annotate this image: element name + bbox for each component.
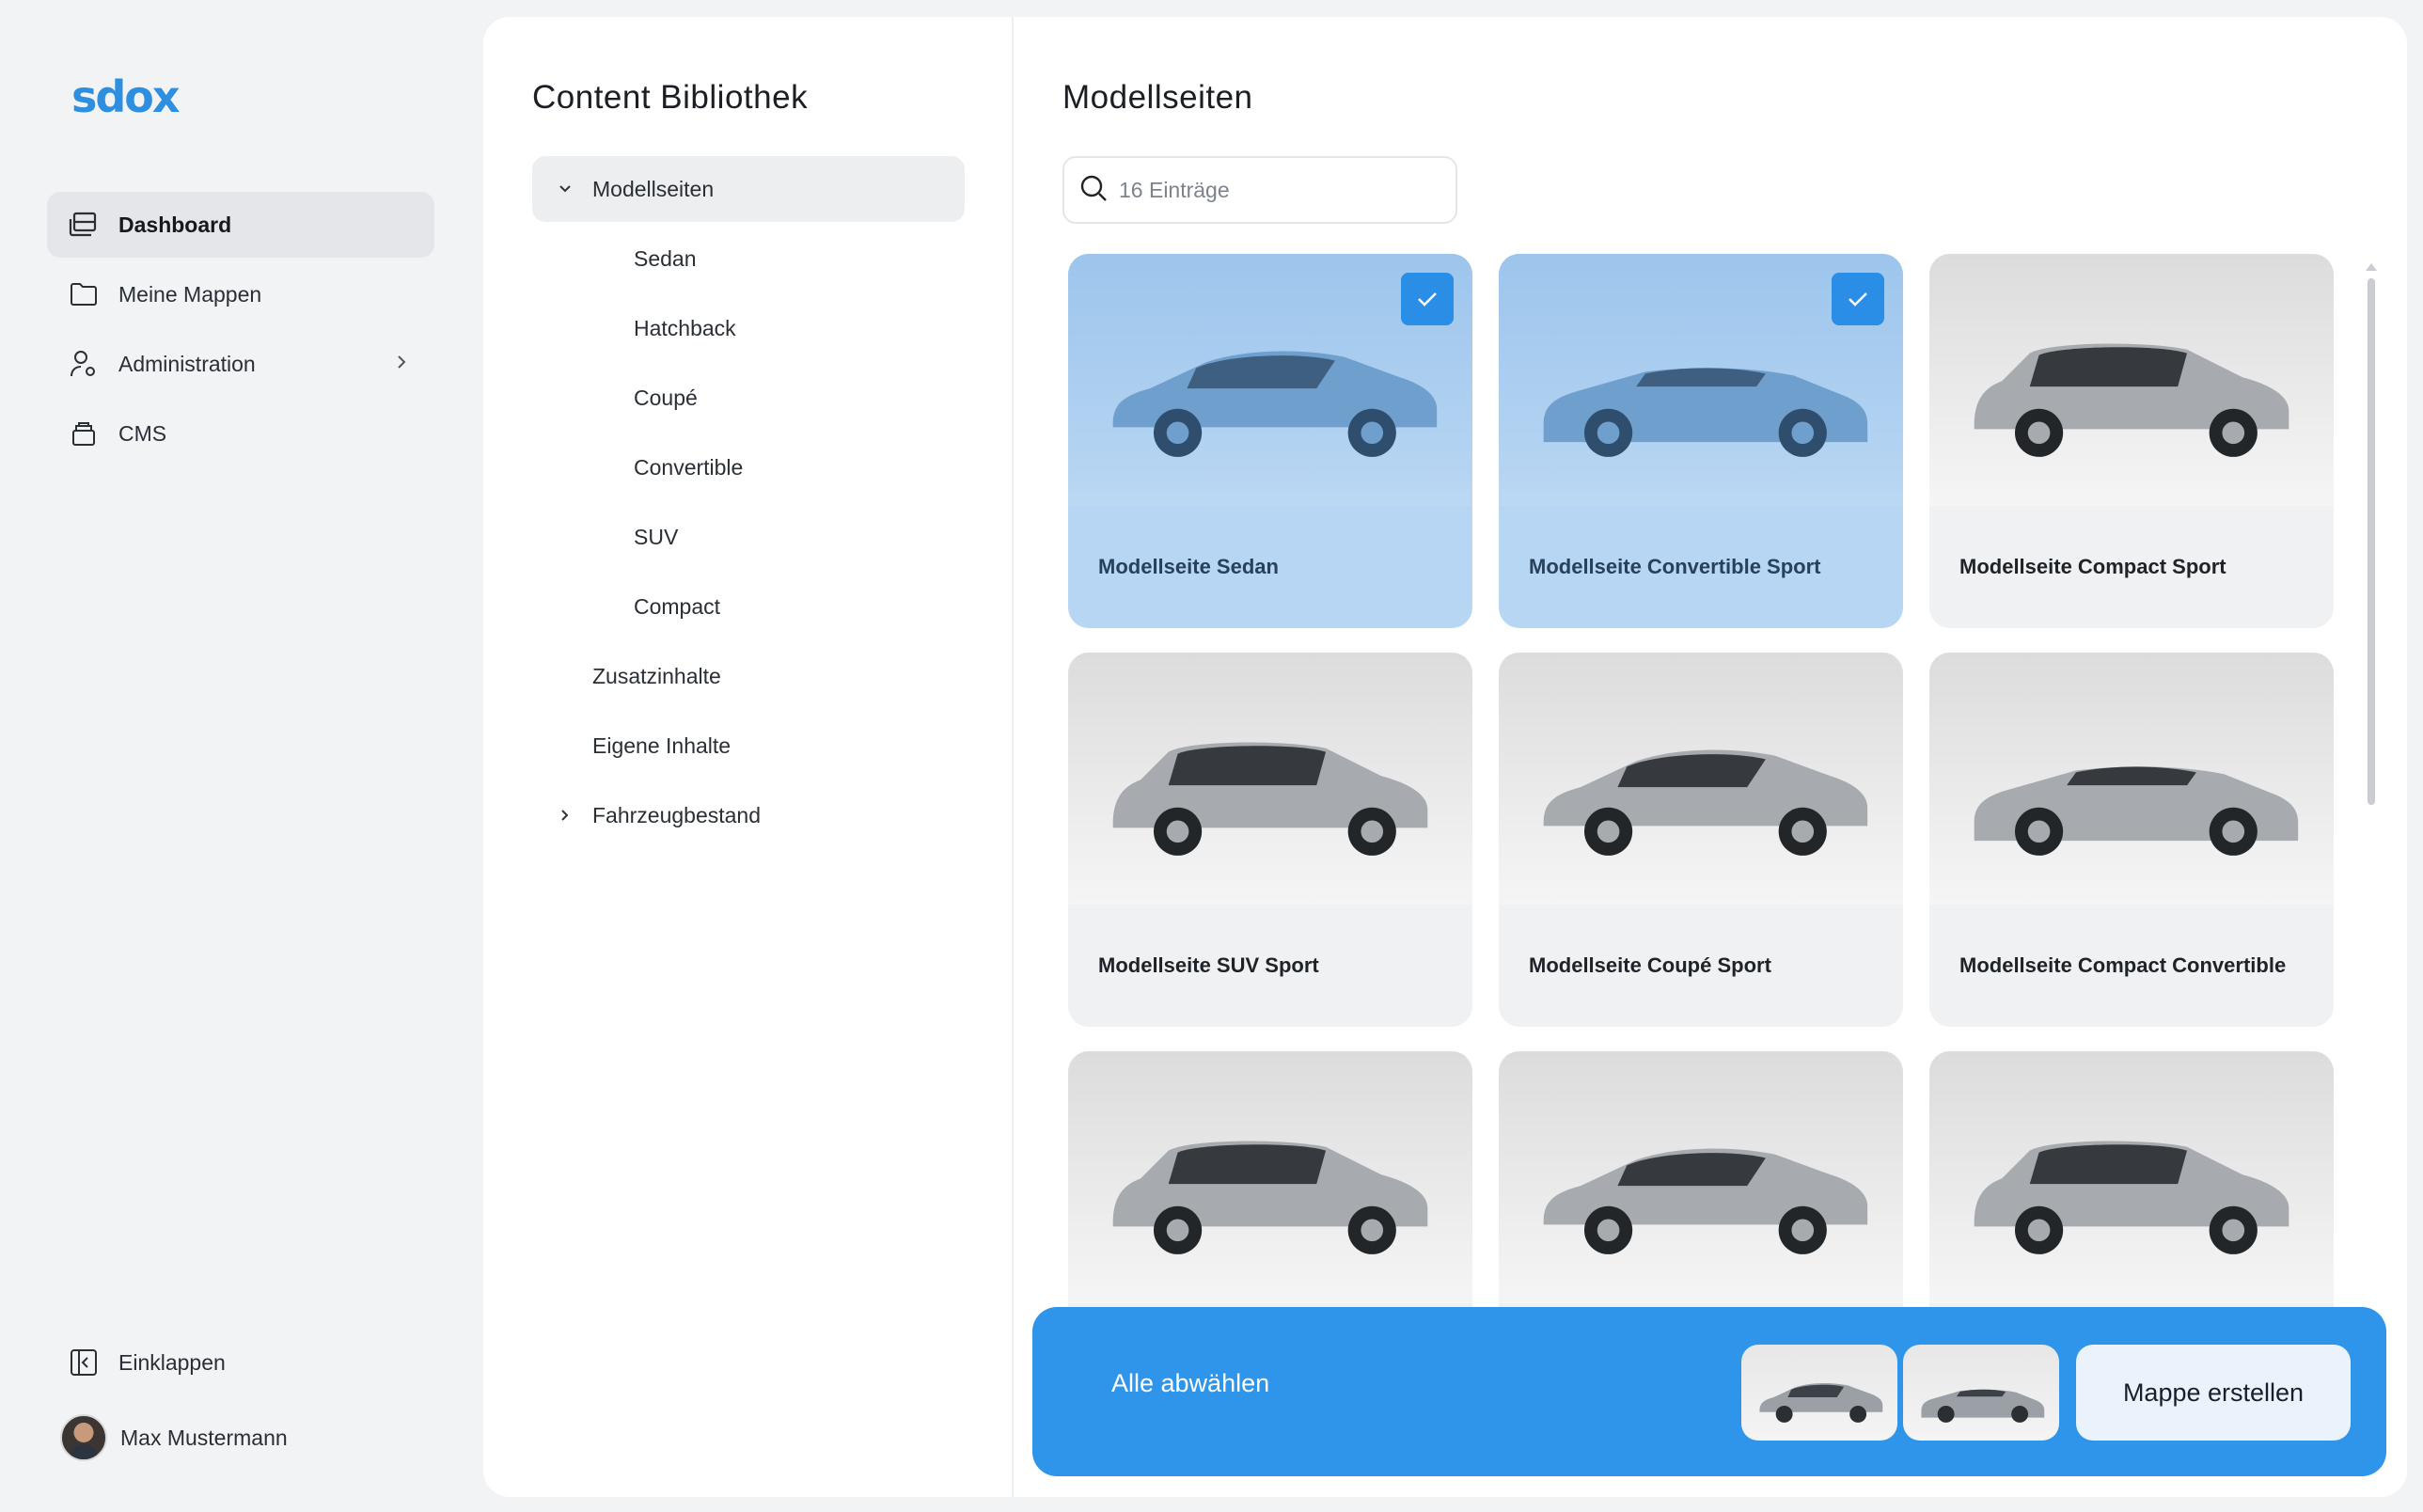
chevron-right-icon: [395, 352, 408, 378]
checkbox-checked-icon[interactable]: [1832, 273, 1884, 325]
card-label: Modellseite Convertible Sport: [1529, 555, 1821, 579]
tree-item-zusatzinhalte[interactable]: Zusatzinhalte: [532, 643, 965, 709]
car-image: [1974, 1141, 2289, 1254]
tree-label: Convertible: [634, 454, 744, 480]
tree-item-eigene-inhalte[interactable]: Eigene Inhalte: [532, 713, 965, 779]
model-card[interactable]: Modellseite Compact Sport: [1929, 254, 2334, 628]
tree-item-fahrzeugbestand[interactable]: Fahrzeugbestand: [532, 782, 965, 848]
scroll-up-arrow[interactable]: [2366, 263, 2377, 271]
selected-thumbnail-sedan[interactable]: [1741, 1345, 1897, 1441]
model-card[interactable]: [1068, 1051, 1472, 1326]
card-image: [1929, 1051, 2334, 1303]
tree-label: Eigene Inhalte: [592, 732, 732, 758]
nav-label: Administration: [118, 351, 256, 376]
car-image: [1543, 749, 1868, 856]
tree-item-hatchback[interactable]: Hatchback: [532, 295, 965, 361]
tree-label: SUV: [634, 524, 679, 549]
user-profile[interactable]: Max Mustermann: [47, 1405, 434, 1471]
card-image: [1068, 653, 1472, 905]
car-image: [1543, 1148, 1868, 1254]
tree-item-sedan[interactable]: Sedan: [532, 226, 965, 291]
scrollbar[interactable]: [2366, 263, 2377, 827]
tree-label: Modellseiten: [592, 176, 715, 201]
modellseiten-grid: Modellseiten Modellseite SedanModellseit…: [1014, 17, 2407, 1497]
checkbox-checked-icon[interactable]: [1401, 273, 1454, 325]
search-icon: [1079, 174, 1108, 207]
chevron-down-icon: [551, 182, 579, 196]
user-name: Max Mustermann: [120, 1425, 288, 1450]
tree-label: Sedan: [634, 245, 697, 271]
grid-title: Modellseiten: [1062, 79, 1253, 116]
card-label: Modellseite Compact Convertible: [1959, 953, 2287, 978]
model-card[interactable]: Modellseite SUV Sport: [1068, 653, 1472, 1027]
card-label: Modellseite SUV Sport: [1098, 953, 1319, 978]
tree-label: Compact: [634, 593, 721, 619]
search-box[interactable]: [1062, 156, 1457, 224]
tree-item-modellseiten[interactable]: Modellseiten: [532, 156, 965, 222]
nav-item-cms[interactable]: CMS: [47, 401, 434, 466]
car-image: [1112, 351, 1438, 457]
car-sedan-image: [1759, 1382, 1883, 1423]
model-card[interactable]: Modellseite Convertible Sport: [1499, 254, 1903, 628]
library-tree: Modellseiten Sedan Hatchback Coupé Conve…: [532, 156, 965, 852]
search-input[interactable]: [1119, 177, 1429, 203]
selection-action-bar: Alle abwählen Mappe erstellen: [1032, 1307, 2386, 1476]
card-image: [1068, 1051, 1472, 1303]
nav-label: Meine Mappen: [118, 281, 262, 307]
model-card[interactable]: Modellseite Coupé Sport: [1499, 653, 1903, 1027]
car-image: [1112, 1141, 1428, 1254]
tree-label: Coupé: [634, 385, 698, 410]
brand-logo[interactable]: sdox: [71, 71, 181, 122]
card-grid: Modellseite Sedan Modellseite Convertible…: [1068, 254, 2337, 1326]
tree-item-suv[interactable]: SUV: [532, 504, 965, 570]
tree-item-convertible[interactable]: Convertible: [532, 434, 965, 500]
car-image: [1112, 742, 1428, 856]
collapse-label: Einklappen: [118, 1349, 226, 1375]
archive-icon: [68, 417, 100, 449]
chevron-right-icon: [551, 806, 579, 825]
sidebar: sdox Dashboard Meine Mappen Administrati…: [0, 0, 481, 1512]
card-label: Modellseite Coupé Sport: [1529, 953, 1771, 978]
tree-item-coupe[interactable]: Coupé: [532, 365, 965, 431]
scrollbar-thumb[interactable]: [2368, 278, 2375, 805]
car-image: [1543, 368, 1868, 457]
car-image: [1974, 766, 2299, 856]
model-card[interactable]: Modellseite Compact Convertible: [1929, 653, 2334, 1027]
nav-item-meine-mappen[interactable]: Meine Mappen: [47, 261, 434, 327]
card-label: Modellseite Compact Sport: [1959, 555, 2226, 579]
tree-item-compact[interactable]: Compact: [532, 574, 965, 639]
main-nav: Dashboard Meine Mappen Administration CM…: [47, 192, 434, 470]
nav-label: CMS: [118, 420, 167, 446]
library-title: Content Bibliothek: [532, 79, 809, 116]
selected-thumbnail-convertible[interactable]: [1903, 1345, 2059, 1441]
content-library: Content Bibliothek Modellseiten Sedan Ha…: [483, 17, 1014, 1497]
card-image: [1929, 254, 2334, 506]
model-card[interactable]: [1929, 1051, 2334, 1326]
collapse-button[interactable]: Einklappen: [47, 1330, 434, 1395]
model-card[interactable]: [1499, 1051, 1903, 1326]
folders-icon: [68, 209, 100, 241]
car-convertible-image: [1921, 1389, 2045, 1423]
create-folder-button[interactable]: Mappe erstellen: [2076, 1345, 2351, 1441]
card-image: [1499, 653, 1903, 905]
model-card[interactable]: Modellseite Sedan: [1068, 254, 1472, 628]
card-image: [1499, 1051, 1903, 1303]
avatar: [60, 1414, 107, 1461]
folder-icon: [68, 278, 100, 310]
sidebar-footer: Einklappen Max Mustermann: [47, 1330, 434, 1480]
tree-label: Fahrzeugbestand: [592, 802, 762, 827]
nav-label: Dashboard: [118, 212, 232, 237]
deselect-all-button[interactable]: Alle abwählen: [1111, 1369, 1269, 1398]
main-panel: Content Bibliothek Modellseiten Sedan Ha…: [483, 17, 2407, 1497]
card-label: Modellseite Sedan: [1098, 555, 1279, 579]
tree-label: Hatchback: [634, 315, 736, 340]
collapse-sidebar-icon: [68, 1347, 100, 1378]
user-settings-icon: [68, 348, 100, 380]
car-image: [1974, 343, 2289, 457]
card-image: [1929, 653, 2334, 905]
nav-item-dashboard[interactable]: Dashboard: [47, 192, 434, 258]
nav-item-administration[interactable]: Administration: [47, 331, 434, 397]
tree-label: Zusatzinhalte: [592, 663, 721, 688]
